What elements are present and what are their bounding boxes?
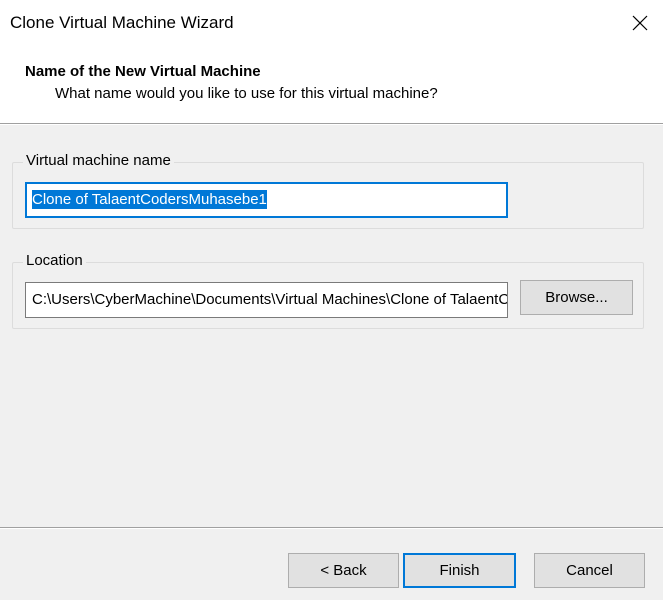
- close-icon: [632, 15, 648, 31]
- wizard-content: Virtual machine name Clone of TalaentCod…: [0, 125, 663, 527]
- back-button[interactable]: < Back: [288, 553, 399, 588]
- location-input[interactable]: C:\Users\CyberMachine\Documents\Virtual …: [25, 282, 508, 318]
- cancel-button[interactable]: Cancel: [534, 553, 645, 588]
- vm-name-label: Virtual machine name: [23, 152, 174, 169]
- close-button[interactable]: [617, 0, 663, 46]
- location-group: Location C:\Users\CyberMachine\Documents…: [12, 252, 644, 329]
- vm-name-input[interactable]: Clone of TalaentCodersMuhasebe1: [25, 182, 508, 218]
- wizard-header: Name of the New Virtual Machine What nam…: [0, 48, 663, 124]
- window-title: Clone Virtual Machine Wizard: [10, 13, 234, 32]
- location-label: Location: [23, 252, 86, 269]
- browse-button[interactable]: Browse...: [520, 280, 633, 315]
- wizard-footer: < Back Finish Cancel: [0, 529, 663, 600]
- page-subtitle: What name would you like to use for this…: [55, 85, 438, 102]
- vm-name-value: Clone of TalaentCodersMuhasebe1: [32, 190, 267, 209]
- title-bar: Clone Virtual Machine Wizard: [0, 0, 663, 48]
- page-title: Name of the New Virtual Machine: [25, 63, 261, 80]
- location-value: C:\Users\CyberMachine\Documents\Virtual …: [32, 291, 508, 308]
- vm-name-group: Virtual machine name Clone of TalaentCod…: [12, 152, 644, 229]
- finish-button[interactable]: Finish: [403, 553, 516, 588]
